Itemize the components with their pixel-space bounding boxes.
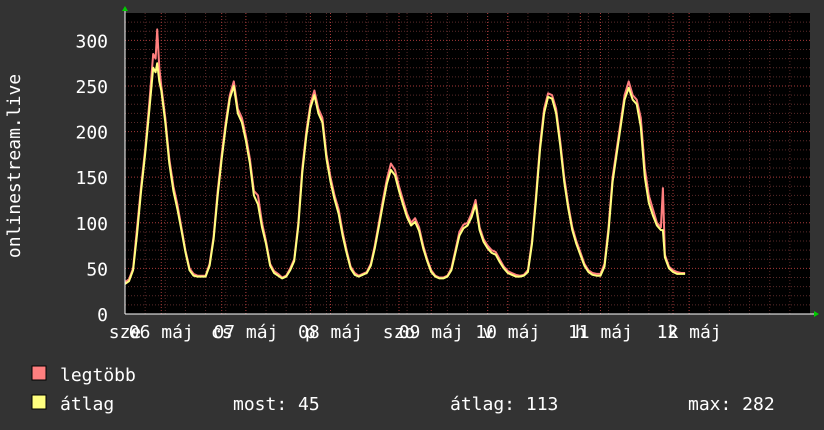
x-tick-label: 06 máj (129, 322, 194, 343)
y-tick-label: 250 (75, 77, 108, 98)
y-axis-label: onlinestream.live (4, 74, 25, 258)
stat-current: most: 45 (233, 394, 320, 415)
stat-average: átlag: 113 (450, 394, 558, 415)
y-tick-label: 50 (86, 259, 108, 280)
x-tick-label: 11 máj (568, 322, 633, 343)
legend-label-atlag: átlag (60, 394, 114, 415)
x-tick-label: 08 máj (298, 322, 363, 343)
legend-label-legtobb: legtöbb (60, 365, 136, 386)
y-tick-label: 0 (97, 305, 108, 326)
y-tick-label: 200 (75, 123, 108, 144)
legend-swatch-atlag (31, 394, 47, 410)
y-tick-label: 100 (75, 214, 108, 235)
y-tick-label: 150 (75, 168, 108, 189)
y-tick-label: 300 (75, 31, 108, 52)
x-tick-label: 10 máj (475, 322, 540, 343)
chart: 050100150200250300 sze06 máj cs07 máj p08 … (0, 0, 824, 430)
x-tick-label: 09 máj (399, 322, 464, 343)
x-tick-label: 07 máj (213, 322, 278, 343)
x-tick-label: 12 máj (657, 322, 722, 343)
stat-max: max: 282 (688, 394, 775, 415)
legend-swatch-legtobb (31, 365, 47, 381)
